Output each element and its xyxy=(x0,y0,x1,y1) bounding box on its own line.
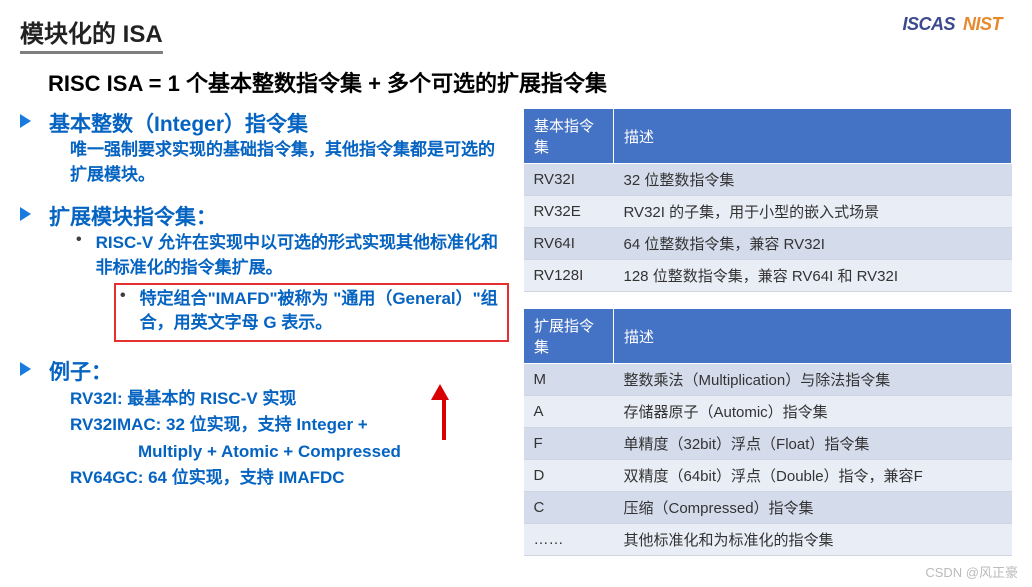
cell: A xyxy=(524,396,614,428)
bullet-text-imafd: 特定组合"IMAFD"被称为 "通用（General）"组合，用英文字母 G 表… xyxy=(140,287,503,336)
main-content: 基本整数（Integer）指令集 唯一强制要求实现的基础指令集，其他指令集都是可… xyxy=(0,108,1032,556)
example-line: RV64GC: 64 位实现，支持 IMAFDC xyxy=(70,465,509,491)
cell: 128 位整数指令集，兼容 RV64I 和 RV32I xyxy=(614,260,1012,292)
table-header: 基本指令集 xyxy=(524,109,614,164)
example-line-indent: Multiply + Atomic + Compressed xyxy=(70,439,509,465)
bullet-dot-icon: • xyxy=(76,231,82,280)
logos: ISCAS NIST xyxy=(902,14,1002,35)
bullet-triangle-icon xyxy=(20,362,31,376)
table-extension-isa: 扩展指令集 描述 M整数乘法（Multiplication）与除法指令集 A存储… xyxy=(523,308,1012,556)
left-column: 基本整数（Integer）指令集 唯一强制要求实现的基础指令集，其他指令集都是可… xyxy=(20,108,509,556)
table-row: RV32I32 位整数指令集 xyxy=(524,164,1012,196)
cell: 整数乘法（Multiplication）与除法指令集 xyxy=(614,364,1012,396)
cell: RV32I 的子集，用于小型的嵌入式场景 xyxy=(614,196,1012,228)
cell: M xyxy=(524,364,614,396)
table-row: RV64I64 位整数指令集，兼容 RV32I xyxy=(524,228,1012,260)
cell: 存储器原子（Automic）指令集 xyxy=(614,396,1012,428)
cell: RV128I xyxy=(524,260,614,292)
slide-title: 模块化的 ISA xyxy=(20,14,163,54)
section-integer: 基本整数（Integer）指令集 唯一强制要求实现的基础指令集，其他指令集都是可… xyxy=(20,108,509,187)
section-body-integer: 唯一强制要求实现的基础指令集，其他指令集都是可选的扩展模块。 xyxy=(20,138,509,187)
table-header: 描述 xyxy=(614,309,1012,364)
highlight-box: • 特定组合"IMAFD"被称为 "通用（General）"组合，用英文字母 G… xyxy=(114,283,509,342)
table-row: D双精度（64bit）浮点（Double）指令，兼容F xyxy=(524,460,1012,492)
header: 模块化的 ISA ISCAS NIST xyxy=(0,0,1032,60)
cell: 32 位整数指令集 xyxy=(614,164,1012,196)
table-row: C压缩（Compressed）指令集 xyxy=(524,492,1012,524)
cell: 其他标准化和为标准化的指令集 xyxy=(614,524,1012,556)
bullet-item: • RISC-V 允许在实现中以可选的形式实现其他标准化和非标准化的指令集扩展。 xyxy=(70,231,509,280)
table-row: ……其他标准化和为标准化的指令集 xyxy=(524,524,1012,556)
table-row: RV32ERV32I 的子集，用于小型的嵌入式场景 xyxy=(524,196,1012,228)
logo-iscas: ISCAS xyxy=(902,14,955,35)
cell: RV32E xyxy=(524,196,614,228)
cell: 双精度（64bit）浮点（Double）指令，兼容F xyxy=(614,460,1012,492)
table-row: RV128I128 位整数指令集，兼容 RV64I 和 RV32I xyxy=(524,260,1012,292)
section-example: 例子： RV32I: 最基本的 RISC-V 实现 RV32IMAC: 32 位… xyxy=(20,356,509,491)
cell: RV32I xyxy=(524,164,614,196)
table-basic-isa: 基本指令集 描述 RV32I32 位整数指令集 RV32ERV32I 的子集，用… xyxy=(523,108,1012,292)
bullet-text: RISC-V 允许在实现中以可选的形式实现其他标准化和非标准化的指令集扩展。 xyxy=(96,231,509,280)
section-title-example: 例子： xyxy=(49,356,112,386)
cell: 单精度（32bit）浮点（Float）指令集 xyxy=(614,428,1012,460)
bullet-dot-icon: • xyxy=(120,287,126,336)
cell: 64 位整数指令集，兼容 RV32I xyxy=(614,228,1012,260)
table-row: F单精度（32bit）浮点（Float）指令集 xyxy=(524,428,1012,460)
table-row: A存储器原子（Automic）指令集 xyxy=(524,396,1012,428)
right-column: 基本指令集 描述 RV32I32 位整数指令集 RV32ERV32I 的子集，用… xyxy=(523,108,1012,556)
watermark: CSDN @风正豪 xyxy=(925,562,1018,581)
table-row: M整数乘法（Multiplication）与除法指令集 xyxy=(524,364,1012,396)
bullet-triangle-icon xyxy=(20,114,31,128)
table-header: 描述 xyxy=(614,109,1012,164)
cell: F xyxy=(524,428,614,460)
cell: …… xyxy=(524,524,614,556)
red-arrow-icon xyxy=(438,384,449,440)
section-title-integer: 基本整数（Integer）指令集 xyxy=(49,108,308,138)
subtitle: RISC ISA = 1 个基本整数指令集 + 多个可选的扩展指令集 xyxy=(0,60,1032,108)
table-header: 扩展指令集 xyxy=(524,309,614,364)
cell: RV64I xyxy=(524,228,614,260)
section-title-extension: 扩展模块指令集： xyxy=(49,201,217,231)
cell: 压缩（Compressed）指令集 xyxy=(614,492,1012,524)
logo-nist: NIST xyxy=(963,14,1002,35)
section-extension: 扩展模块指令集： • RISC-V 允许在实现中以可选的形式实现其他标准化和非标… xyxy=(20,201,509,342)
bullet-triangle-icon xyxy=(20,207,31,221)
cell: D xyxy=(524,460,614,492)
cell: C xyxy=(524,492,614,524)
